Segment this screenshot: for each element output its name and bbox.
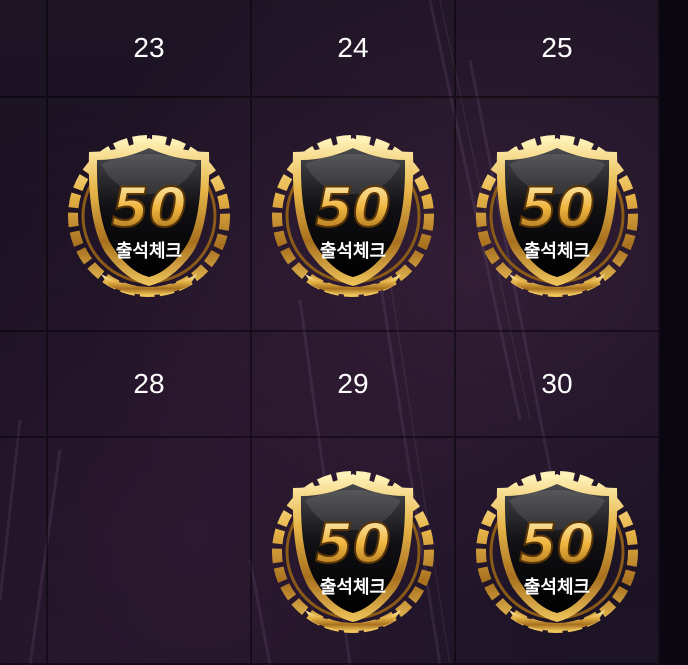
svg-text:50: 50 [519, 176, 594, 239]
svg-text:출석체크: 출석체크 [116, 241, 182, 262]
day-cell-30[interactable]: 50 출석체크 [456, 438, 660, 665]
day-header-29: 29 [252, 332, 456, 438]
svg-text:출석체크: 출석체크 [524, 577, 590, 598]
calendar-cell-partial [0, 98, 48, 332]
svg-text:출석체크: 출석체크 [524, 241, 590, 262]
attendance-50-badge-icon: 50 출석체크 [68, 134, 230, 297]
day-cell-29[interactable]: 50 출석체크 [252, 438, 456, 665]
svg-text:50: 50 [111, 176, 186, 239]
attendance-stamp-slot: 50 출석체크 [61, 124, 237, 305]
calendar-cell-partial [0, 438, 48, 665]
day-header-23: 23 [48, 0, 252, 98]
day-number: 23 [133, 32, 165, 63]
scroll-edge [660, 0, 688, 665]
calendar-cell-partial [0, 0, 48, 98]
calendar-cell-partial [0, 332, 48, 438]
day-cell-24[interactable]: 50 출석체크 [252, 98, 456, 332]
day-header-28: 28 [48, 332, 252, 438]
attendance-50-badge-icon: 50 출석체크 [272, 134, 434, 297]
attendance-50-badge-icon: 50 출석체크 [272, 471, 434, 633]
day-header-25: 25 [456, 0, 660, 98]
svg-text:출석체크: 출석체크 [320, 241, 386, 262]
day-cell-23[interactable]: 50 출석체크 [48, 98, 252, 332]
day-number: 24 [337, 32, 369, 63]
day-number: 28 [133, 368, 165, 399]
day-cell-28[interactable] [48, 438, 252, 665]
attendance-stamp-slot: 50 출석체크 [469, 460, 645, 641]
attendance-50-badge-icon: 50 출석체크 [476, 134, 638, 297]
svg-text:50: 50 [315, 512, 390, 575]
attendance-50-badge-icon: 50 출석체크 [476, 471, 638, 633]
day-number: 25 [541, 32, 573, 63]
attendance-stamp-slot: 50 출석체크 [469, 124, 645, 305]
day-cell-25[interactable]: 50 출석체크 [456, 98, 660, 332]
day-header-30: 30 [456, 332, 660, 438]
day-number: 29 [337, 368, 369, 399]
day-header-24: 24 [252, 0, 456, 98]
attendance-stamp-slot: 50 출석체크 [265, 460, 441, 641]
attendance-calendar-grid: 23 24 25 50 출석체크 50 출석체크 50 출석체크 28 29 3… [0, 0, 660, 665]
attendance-stamp-slot: 50 출석체크 [265, 124, 441, 305]
day-number: 30 [541, 368, 573, 399]
svg-text:50: 50 [315, 176, 390, 239]
svg-text:50: 50 [519, 512, 594, 575]
svg-text:출석체크: 출석체크 [320, 577, 386, 598]
